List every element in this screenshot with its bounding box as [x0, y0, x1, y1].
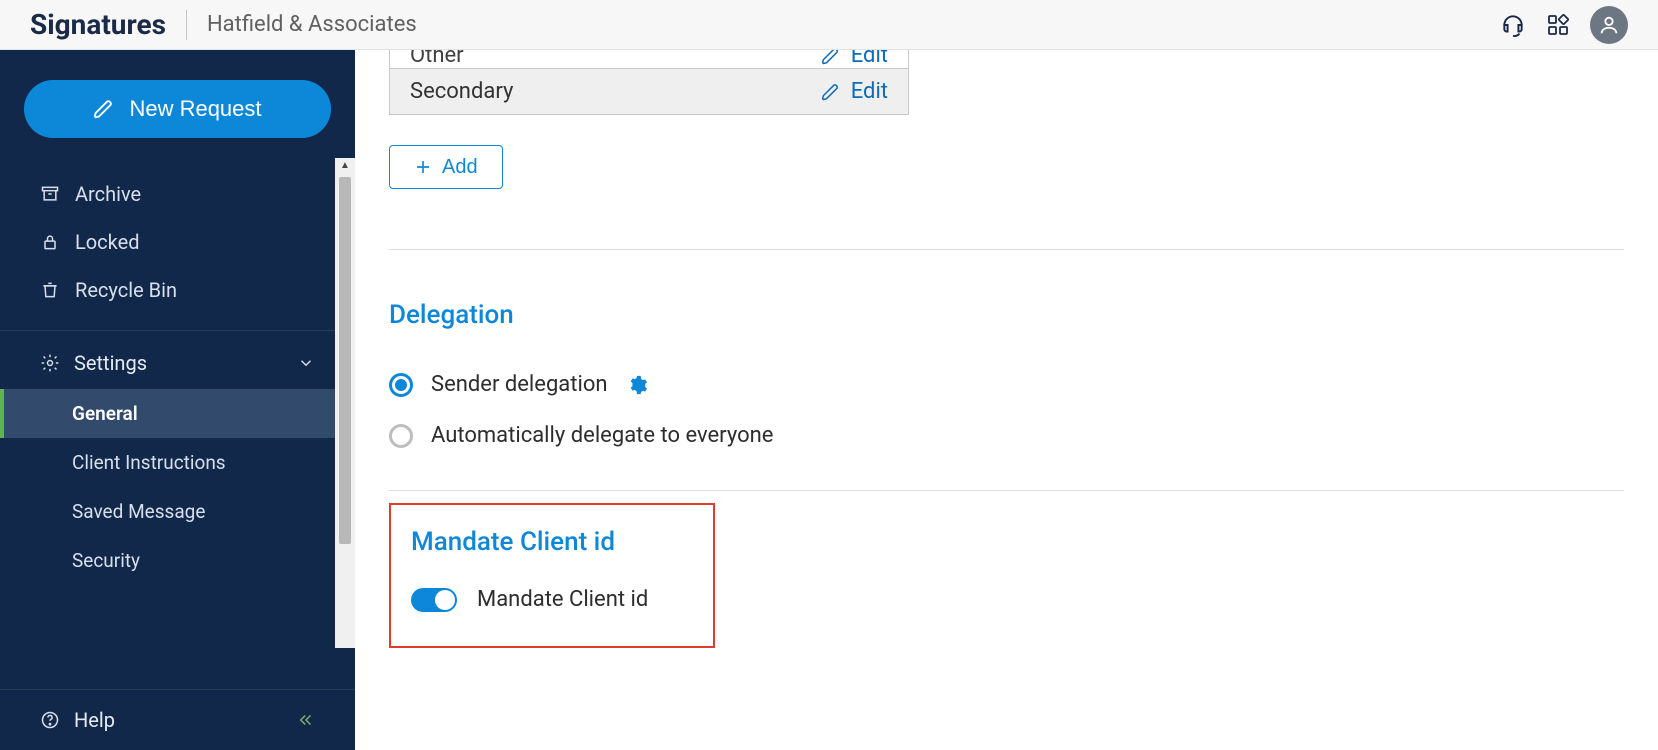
sidebar-scrollbar[interactable]: ▲ [335, 158, 355, 648]
headset-icon[interactable] [1500, 12, 1526, 38]
sub-item-saved-message[interactable]: Saved Message [0, 487, 355, 536]
top-bar-left: Signatures Hatfield & Associates [30, 8, 417, 41]
chevron-left-double-icon[interactable] [297, 711, 315, 729]
help-label: Help [74, 708, 115, 732]
section-divider [389, 490, 1624, 491]
sidebar-item-label: Archive [75, 182, 141, 206]
sidebar-item-locked[interactable]: Locked [0, 218, 355, 266]
new-request-button[interactable]: New Request [24, 80, 331, 138]
org-name: Hatfield & Associates [207, 12, 417, 37]
radio-label: Automatically delegate to everyone [431, 423, 773, 448]
mandate-title: Mandate Client id [411, 527, 693, 557]
trash-icon [40, 280, 60, 300]
delegation-title: Delegation [389, 300, 1624, 330]
scroll-up-icon[interactable]: ▲ [340, 158, 350, 173]
sub-item-client-instructions[interactable]: Client Instructions [0, 438, 355, 487]
toggle-switch[interactable] [411, 588, 457, 612]
sidebar-separator [0, 330, 355, 331]
plus-icon [414, 158, 432, 176]
toggle-label: Mandate Client id [477, 587, 648, 612]
lock-icon [40, 232, 60, 252]
radio-label: Sender delegation [431, 372, 608, 397]
table-row: Secondary Edit [390, 68, 908, 114]
radio-auto-delegate[interactable]: Automatically delegate to everyone [389, 415, 1624, 466]
avatar[interactable] [1590, 6, 1628, 44]
gear-icon[interactable] [626, 374, 648, 396]
archive-icon [40, 184, 60, 204]
sub-item-label: Security [72, 549, 140, 572]
sub-item-security[interactable]: Security [0, 536, 355, 585]
mandate-toggle-row[interactable]: Mandate Client id [411, 587, 693, 612]
top-bar-right [1500, 6, 1628, 44]
chevron-down-icon [297, 354, 315, 372]
settings-label: Settings [74, 351, 147, 375]
sidebar-item-archive[interactable]: Archive [0, 170, 355, 218]
pencil-icon [93, 98, 115, 120]
sidebar-item-label: Locked [75, 230, 139, 254]
add-label: Add [442, 156, 478, 179]
sub-item-general[interactable]: General [0, 389, 355, 438]
sub-item-label: Saved Message [72, 500, 205, 523]
edit-button[interactable]: Edit [821, 50, 888, 68]
sidebar-item-label: Recycle Bin [75, 278, 177, 302]
mandate-highlight-box: Mandate Client id Mandate Client id [389, 503, 715, 648]
sidebar-item-help[interactable]: Help [0, 689, 355, 750]
row-label: Other [410, 50, 464, 68]
sidebar-item-settings[interactable]: Settings [0, 337, 355, 389]
new-request-label: New Request [129, 96, 261, 122]
radio-icon[interactable] [389, 373, 413, 397]
help-icon [40, 710, 60, 730]
vertical-divider [186, 10, 187, 40]
radio-icon[interactable] [389, 424, 413, 448]
sidebar: New Request Archive Locked Recycle B [0, 50, 355, 750]
radio-sender-delegation[interactable]: Sender delegation [389, 364, 1624, 415]
address-table: Other Edit Secondary Edit [389, 50, 909, 115]
nav-group: Archive Locked Recycle Bin [0, 160, 355, 324]
gear-icon [40, 353, 60, 373]
apps-icon[interactable] [1546, 13, 1570, 37]
sub-item-label: General [72, 402, 138, 425]
content-area: Other Edit Secondary Edit [355, 50, 1658, 750]
sub-item-label: Client Instructions [72, 451, 226, 474]
pencil-icon [821, 50, 841, 66]
table-row: Other Edit [390, 50, 908, 68]
edit-label: Edit [851, 50, 888, 68]
scroll-thumb[interactable] [339, 177, 351, 544]
top-bar: Signatures Hatfield & Associates [0, 0, 1658, 50]
section-divider [389, 249, 1624, 250]
edit-label: Edit [851, 79, 888, 104]
pencil-icon [821, 82, 841, 102]
row-label: Secondary [410, 79, 513, 104]
brand-title: Signatures [30, 8, 166, 41]
add-button[interactable]: Add [389, 145, 503, 189]
edit-button[interactable]: Edit [821, 79, 888, 104]
sidebar-item-recycle-bin[interactable]: Recycle Bin [0, 266, 355, 314]
